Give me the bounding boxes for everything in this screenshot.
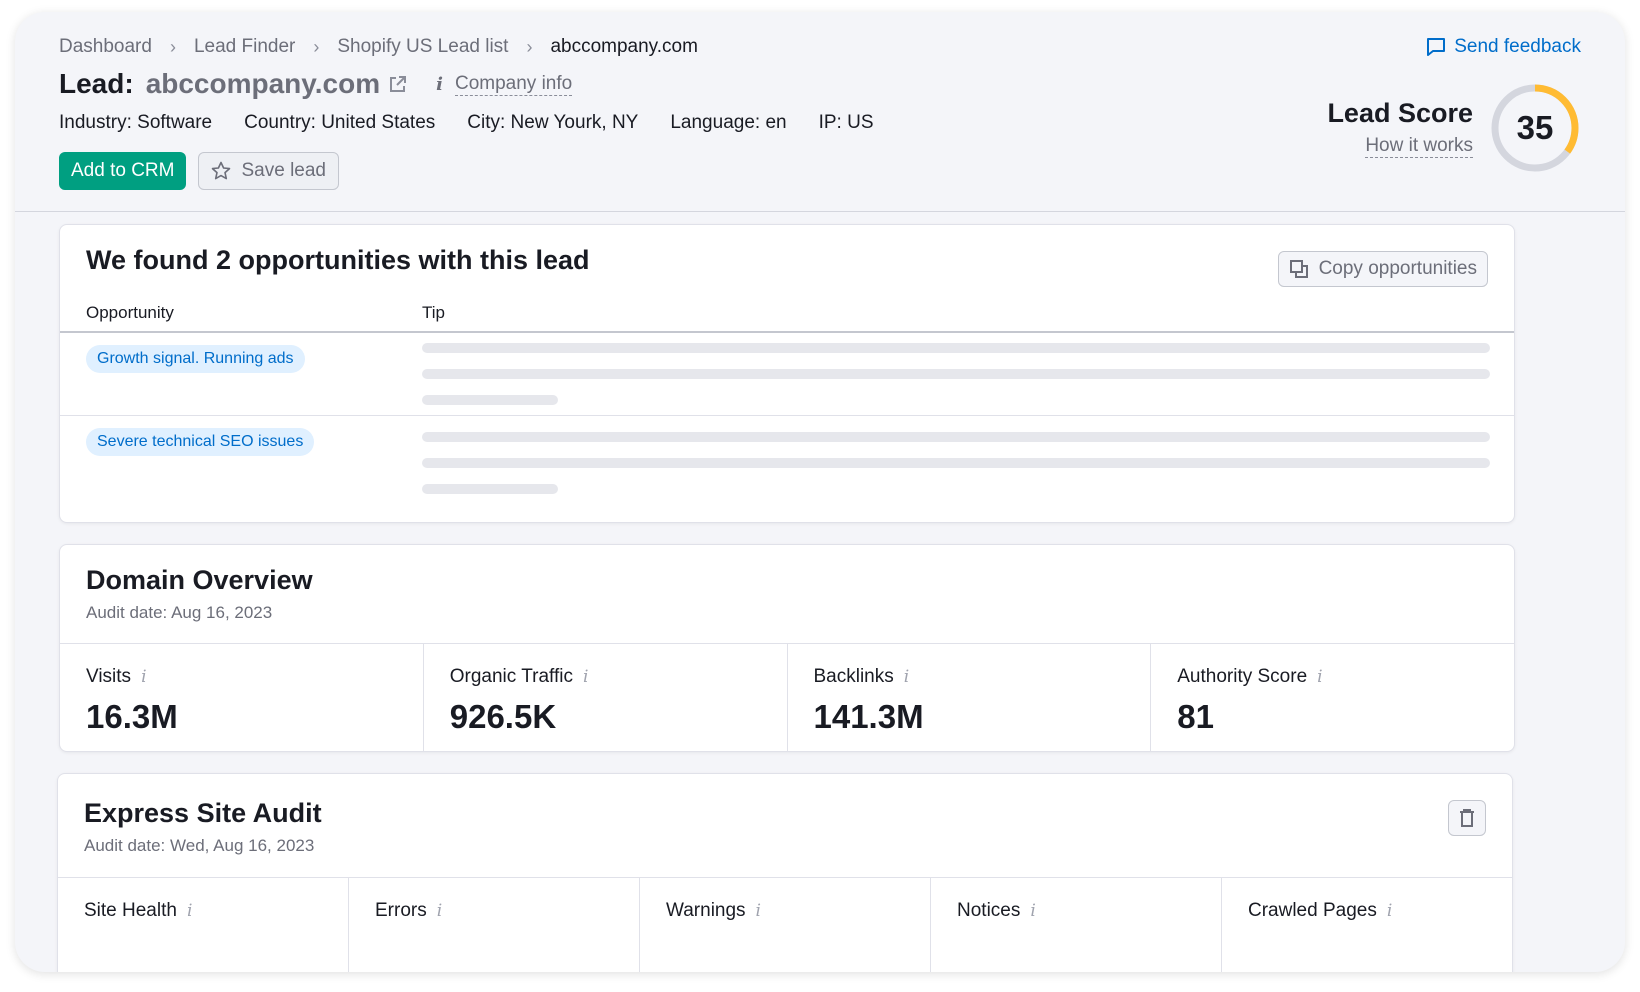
metric-errors: Errors i xyxy=(349,878,640,972)
meta-country: Country: United States xyxy=(244,112,436,133)
breadcrumb-dashboard[interactable]: Dashboard xyxy=(59,36,152,58)
metric-label: Organic Traffic xyxy=(449,666,573,687)
tip-placeholder xyxy=(422,343,1490,353)
metric-label: Crawled Pages xyxy=(1248,900,1377,921)
metric-label: Errors xyxy=(375,900,427,921)
lead-domain[interactable]: abccompany.com xyxy=(146,68,380,100)
site-audit-title: Express Site Audit xyxy=(84,798,322,828)
metric-label: Site Health xyxy=(84,900,177,921)
metric-organic-traffic: Organic Traffic i 926.5K xyxy=(424,644,788,751)
tip-placeholder xyxy=(422,369,1490,379)
lead-score-title: Lead Score xyxy=(1327,98,1473,128)
opportunities-title: We found 2 opportunities with this lead xyxy=(86,245,590,275)
col-opportunity: Opportunity xyxy=(86,303,174,322)
send-feedback-label: Send feedback xyxy=(1454,36,1581,57)
save-lead-label: Save lead xyxy=(241,160,326,181)
info-icon[interactable]: i xyxy=(583,667,588,687)
metric-notices: Notices i xyxy=(931,878,1222,972)
lead-score-value: 35 xyxy=(1516,109,1554,146)
meta-language: Language: en xyxy=(670,112,787,133)
trash-icon xyxy=(1460,809,1474,827)
metric-value: 81 xyxy=(1177,698,1214,735)
metric-value: 141.3M xyxy=(813,698,924,735)
info-icon: i xyxy=(436,73,443,95)
breadcrumb-lead-list[interactable]: Shopify US Lead list xyxy=(337,36,508,58)
col-tip: Tip xyxy=(422,303,445,322)
site-audit-card: Express Site Audit Audit date: Wed, Aug … xyxy=(57,773,1513,972)
metric-site-health: Site Health i xyxy=(58,878,349,972)
opportunity-tag[interactable]: Severe technical SEO issues xyxy=(86,428,315,456)
company-info-link[interactable]: Company info xyxy=(454,73,573,96)
opportunity-tag[interactable]: Growth signal. Running ads xyxy=(86,345,305,373)
breadcrumb-current: abccompany.com xyxy=(550,36,698,57)
table-row: Growth signal. Running ads xyxy=(60,333,1514,416)
lead-meta: Industry: Software Country: United State… xyxy=(59,112,874,134)
tip-placeholder xyxy=(422,432,1490,442)
info-icon[interactable]: i xyxy=(141,667,146,687)
star-icon xyxy=(212,161,231,180)
add-to-crm-button[interactable]: Add to CRM xyxy=(59,152,187,190)
lead-title-row: Lead: abccompany.com i Company info xyxy=(59,68,573,100)
send-feedback-button[interactable]: Send feedback xyxy=(1426,36,1581,58)
copy-opportunities-button[interactable]: Copy opportunities xyxy=(1277,251,1488,287)
meta-city: City: New Yourk, NY xyxy=(467,112,639,133)
domain-overview-audit-date: Audit date: Aug 16, 2023 xyxy=(86,603,273,622)
chevron-right-icon: › xyxy=(526,36,533,57)
chevron-right-icon: › xyxy=(313,36,320,57)
metric-label: Notices xyxy=(957,900,1021,921)
metric-label: Authority Score xyxy=(1177,666,1308,687)
site-audit-date: Audit date: Wed, Aug 16, 2023 xyxy=(84,836,315,855)
tip-placeholder xyxy=(422,484,558,494)
chevron-right-icon: › xyxy=(169,36,176,57)
metric-label: Visits xyxy=(86,666,132,687)
metric-label: Warnings xyxy=(666,900,746,921)
save-lead-button[interactable]: Save lead xyxy=(198,152,339,190)
metric-value: 16.3M xyxy=(86,698,178,735)
info-icon[interactable]: i xyxy=(1317,667,1322,687)
chat-bubble-icon xyxy=(1427,38,1446,56)
metric-visits: Visits i 16.3M xyxy=(60,644,424,751)
external-link-icon[interactable] xyxy=(388,74,408,94)
metric-authority-score: Authority Score i 81 xyxy=(1151,644,1514,751)
meta-ip: IP: US xyxy=(818,112,874,133)
info-icon[interactable]: i xyxy=(756,901,761,921)
tip-placeholder xyxy=(422,395,558,405)
metric-warnings: Warnings i xyxy=(640,878,931,972)
info-icon[interactable]: i xyxy=(904,667,909,687)
domain-metrics: Visits i 16.3M Organic Traffic i 926.5K Ba… xyxy=(60,643,1514,751)
lead-score-gauge: 35 xyxy=(1489,82,1581,174)
metric-crawled-pages: Crawled Pages i xyxy=(1222,878,1512,972)
audit-metrics: Site Health i Errors i Warnings i Notices i … xyxy=(58,877,1512,972)
domain-overview-card: Domain Overview Audit date: Aug 16, 2023… xyxy=(59,544,1515,752)
metric-backlinks: Backlinks i 141.3M xyxy=(788,644,1152,751)
lead-actions: Add to CRM Save lead xyxy=(59,152,339,190)
opportunities-table-header: Opportunity Tip xyxy=(60,297,1514,333)
copy-opportunities-label: Copy opportunities xyxy=(1318,258,1477,279)
info-icon[interactable]: i xyxy=(1387,901,1392,921)
table-row: Severe technical SEO issues xyxy=(60,416,1514,522)
lead-score: Lead Score How it works 35 xyxy=(1327,82,1581,174)
info-icon[interactable]: i xyxy=(437,901,442,921)
info-icon[interactable]: i xyxy=(1030,901,1035,921)
delete-audit-button[interactable] xyxy=(1448,800,1486,836)
breadcrumb-lead-finder[interactable]: Lead Finder xyxy=(194,36,295,58)
lead-header: Dashboard › Lead Finder › Shopify US Lea… xyxy=(15,12,1625,212)
metric-label: Backlinks xyxy=(813,666,894,687)
domain-overview-title: Domain Overview xyxy=(86,565,313,595)
how-it-works-link[interactable]: How it works xyxy=(1365,135,1473,158)
breadcrumb: Dashboard › Lead Finder › Shopify US Lea… xyxy=(59,36,698,58)
meta-industry: Industry: Software xyxy=(59,112,213,133)
copy-icon xyxy=(1289,260,1308,278)
tip-placeholder xyxy=(422,458,1490,468)
app-frame: Dashboard › Lead Finder › Shopify US Lea… xyxy=(15,12,1625,972)
info-icon[interactable]: i xyxy=(187,901,192,921)
lead-label: Lead: xyxy=(59,68,134,99)
metric-value: 926.5K xyxy=(449,698,557,735)
opportunities-card: We found 2 opportunities with this lead … xyxy=(59,224,1515,523)
